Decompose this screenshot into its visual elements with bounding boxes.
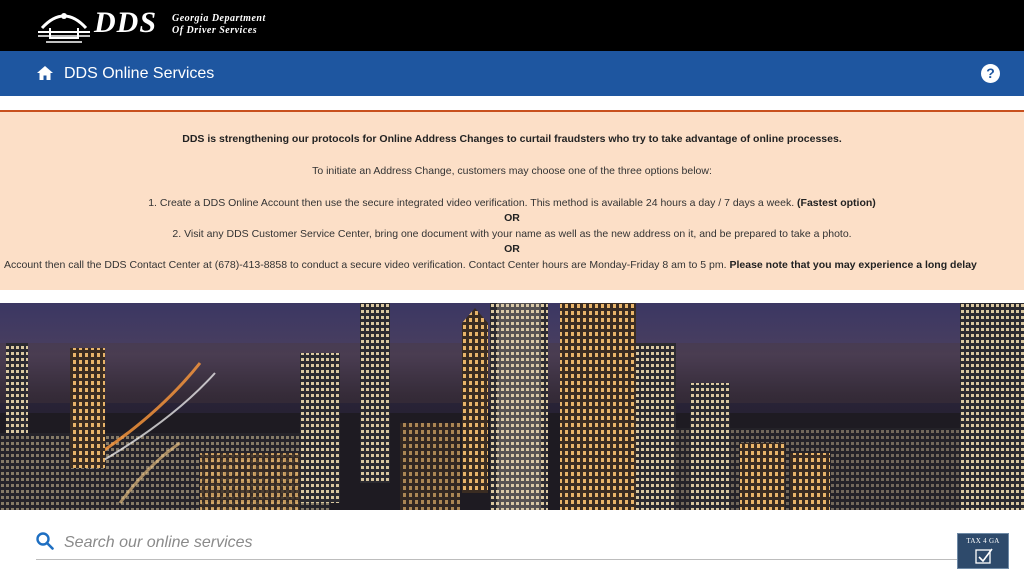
brand-org-name: Georgia Department Of Driver Services bbox=[172, 13, 266, 37]
alert-or-1: OR bbox=[504, 212, 520, 224]
brand-org-line2: Of Driver Services bbox=[172, 25, 258, 36]
alert-headline: DDS is strengthening our protocols for O… bbox=[182, 133, 842, 145]
nav-title[interactable]: DDS Online Services bbox=[64, 65, 214, 83]
alert-intro: To initiate an Address Change, customers… bbox=[312, 165, 712, 177]
search-section bbox=[0, 510, 1024, 576]
address-change-alert: DDS is strengthening our protocols for O… bbox=[0, 110, 1024, 290]
search-icon[interactable] bbox=[36, 532, 54, 550]
checkmark-icon bbox=[975, 548, 993, 564]
search-underline bbox=[36, 559, 988, 560]
tax-4-ga-badge[interactable]: TAX 4 GA bbox=[957, 533, 1009, 569]
alert-option-1: 1. Create a DDS Online Account then use … bbox=[148, 197, 876, 209]
brand-logo-text[interactable]: DDS bbox=[94, 6, 157, 40]
alert-option-2: 2. Visit any DDS Customer Service Center… bbox=[172, 228, 852, 240]
search-input[interactable] bbox=[62, 530, 946, 556]
alert-or-2: OR bbox=[504, 243, 520, 255]
georgia-state-logo-icon[interactable] bbox=[36, 2, 92, 48]
hero-cityscape-image bbox=[0, 303, 1024, 510]
top-nav: DDS Online Services ? bbox=[0, 51, 1024, 96]
brand-org-line1: Georgia Department bbox=[172, 13, 266, 24]
brand-bar: DDS Georgia Department Of Driver Service… bbox=[0, 0, 1024, 51]
help-icon[interactable]: ? bbox=[981, 64, 1000, 83]
alert-option-3: Account then call the DDS Contact Center… bbox=[4, 259, 977, 271]
home-icon[interactable] bbox=[36, 65, 54, 81]
cityscape-illustration bbox=[0, 303, 1024, 510]
tax-badge-label: TAX 4 GA bbox=[966, 537, 1000, 545]
